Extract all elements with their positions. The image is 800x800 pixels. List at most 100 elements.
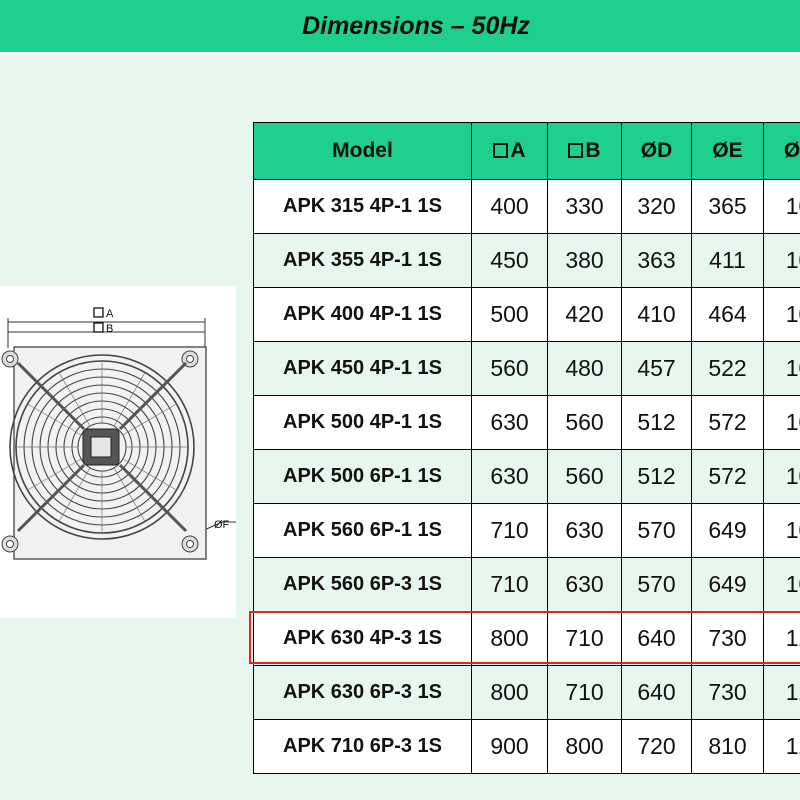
table-row: APK 400 4P-1 1S50042041046410 xyxy=(253,287,800,342)
dimension-cell: 10 xyxy=(763,341,800,396)
dimension-cell: 810 xyxy=(691,719,764,774)
column-header-label: ØD xyxy=(640,139,673,162)
dimension-cell: 10 xyxy=(763,449,800,504)
dimension-cell: 12 xyxy=(763,719,800,774)
model-cell: APK 630 6P-3 1S xyxy=(253,665,472,720)
dimension-cell: 512 xyxy=(621,395,692,450)
dimension-cell: 800 xyxy=(547,719,622,774)
dimension-cell: 800 xyxy=(471,665,548,720)
dimension-cell: 640 xyxy=(621,611,692,666)
dimension-cell: 630 xyxy=(547,503,622,558)
dimension-cell: 330 xyxy=(547,179,622,234)
model-cell: APK 400 4P-1 1S xyxy=(253,287,472,342)
table-row: APK 450 4P-1 1S56048045752210 xyxy=(253,341,800,396)
dimension-cell: 560 xyxy=(471,341,548,396)
square-a-symbol xyxy=(93,307,104,318)
fan-dimension-drawing: A B ØF xyxy=(1,307,236,560)
dimension-cell: 570 xyxy=(621,557,692,612)
motor-hub-center xyxy=(90,436,112,458)
dimension-cell: 800 xyxy=(471,611,548,666)
dimension-cell: 512 xyxy=(621,449,692,504)
table-row: APK 315 4P-1 1S40033032036510 xyxy=(253,179,800,234)
model-cell: APK 450 4P-1 1S xyxy=(253,341,472,396)
dimensions-table-wrap: Model A B ØD ØE ØF APK 315 4P-1 1S40033032036… xyxy=(253,122,800,774)
dimensions-table: Model A B ØD ØE ØF APK 315 4P-1 1S40033032036… xyxy=(253,122,800,774)
dimension-cell: 411 xyxy=(691,233,764,288)
dimension-cell: 10 xyxy=(763,287,800,342)
column-header-4: ØE xyxy=(691,122,764,180)
model-cell: APK 315 4P-1 1S xyxy=(253,179,472,234)
table-row: APK 500 4P-1 1S63056051257210 xyxy=(253,395,800,450)
dimension-cell: 630 xyxy=(471,449,548,504)
square-b-symbol xyxy=(93,322,104,333)
dimension-cell: 380 xyxy=(547,233,622,288)
column-header-label: Model xyxy=(332,139,393,162)
table-row: APK 355 4P-1 1S45038036341110 xyxy=(253,233,800,288)
model-cell: APK 630 4P-3 1S xyxy=(253,611,472,666)
dimension-cell: 710 xyxy=(471,557,548,612)
column-header-1: A xyxy=(471,122,548,180)
square-symbol-icon xyxy=(493,143,509,158)
model-cell: APK 560 6P-1 1S xyxy=(253,503,472,558)
dimension-cell: 710 xyxy=(547,665,622,720)
dimension-cell: 572 xyxy=(691,395,764,450)
dimension-cell: 730 xyxy=(691,665,764,720)
column-header-label: ØF xyxy=(783,139,800,162)
model-cell: APK 710 6P-3 1S xyxy=(253,719,472,774)
dimension-cell: 522 xyxy=(691,341,764,396)
model-cell: APK 355 4P-1 1S xyxy=(253,233,472,288)
fan-drawing-panel: A B ØF xyxy=(0,286,236,618)
dimension-cell: 363 xyxy=(621,233,692,288)
dimension-label-f: ØF xyxy=(214,519,230,531)
dimension-cell: 649 xyxy=(691,503,764,558)
dimension-cell: 500 xyxy=(471,287,548,342)
dimension-cell: 10 xyxy=(763,179,800,234)
dimension-cell: 900 xyxy=(471,719,548,774)
dimension-cell: 10 xyxy=(763,395,800,450)
table-row: APK 560 6P-1 1S71063057064910 xyxy=(253,503,800,558)
column-header-label: B xyxy=(585,139,601,162)
model-cell: APK 560 6P-3 1S xyxy=(253,557,472,612)
dimension-cell: 649 xyxy=(691,557,764,612)
dimension-label-a: A xyxy=(106,308,114,320)
column-header-label: ØE xyxy=(712,139,743,162)
dimension-cell: 630 xyxy=(547,557,622,612)
dimension-cell: 450 xyxy=(471,233,548,288)
table-row: APK 560 6P-3 1S71063057064910 xyxy=(253,557,800,612)
dimension-cell: 10 xyxy=(763,557,800,612)
dimension-cell: 640 xyxy=(621,665,692,720)
dimension-cell: 320 xyxy=(621,179,692,234)
table-row-highlighted: APK 630 4P-3 1S80071064073012 xyxy=(253,611,800,666)
dimension-cell: 457 xyxy=(621,341,692,396)
dimension-cell: 12 xyxy=(763,665,800,720)
dimension-cell: 12 xyxy=(763,611,800,666)
dimension-cell: 560 xyxy=(547,449,622,504)
dimension-cell: 10 xyxy=(763,233,800,288)
dimension-cell: 710 xyxy=(547,611,622,666)
dimension-cell: 365 xyxy=(691,179,764,234)
dimension-cell: 630 xyxy=(471,395,548,450)
table-header-row: Model A B ØD ØE ØF xyxy=(253,122,800,180)
dimension-cell: 464 xyxy=(691,287,764,342)
dimension-cell: 570 xyxy=(621,503,692,558)
model-cell: APK 500 6P-1 1S xyxy=(253,449,472,504)
column-header-0: Model xyxy=(253,122,472,180)
page-title: Dimensions – 50Hz xyxy=(302,11,530,40)
dimension-cell: 572 xyxy=(691,449,764,504)
dimension-label-b: B xyxy=(106,323,113,335)
column-header-5: ØF xyxy=(763,122,800,180)
table-row: APK 630 6P-3 1S80071064073012 xyxy=(253,665,800,720)
column-header-3: ØD xyxy=(621,122,692,180)
dimension-cell: 710 xyxy=(471,503,548,558)
title-banner: Dimensions – 50Hz xyxy=(0,0,800,54)
table-row: APK 710 6P-3 1S90080072081012 xyxy=(253,719,800,774)
dimension-cell: 410 xyxy=(621,287,692,342)
dimension-cell: 730 xyxy=(691,611,764,666)
dimension-cell: 720 xyxy=(621,719,692,774)
dimension-cell: 560 xyxy=(547,395,622,450)
column-header-label: A xyxy=(510,139,526,162)
dimension-cell: 10 xyxy=(763,503,800,558)
dimension-cell: 480 xyxy=(547,341,622,396)
dimension-cell: 420 xyxy=(547,287,622,342)
table-row: APK 500 6P-1 1S63056051257210 xyxy=(253,449,800,504)
